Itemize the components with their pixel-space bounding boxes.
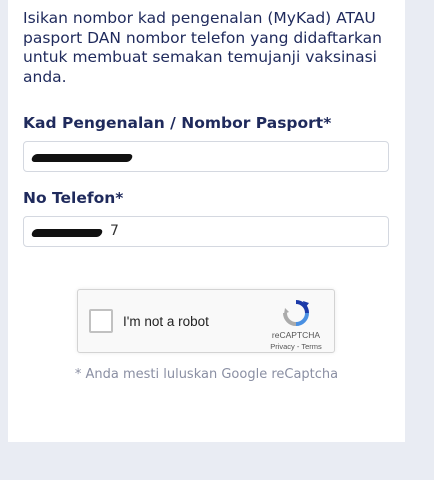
form-card: Isikan nombor kad pengenalan (MyKad) ATA… [8,0,405,442]
recaptcha-links: Privacy - Terms [266,342,326,351]
intro-text: Isikan nombor kad pengenalan (MyKad) ATA… [23,9,382,86]
phone-visible-digit: 7 [110,223,119,239]
redacted-phone-value [30,229,104,237]
ic-input[interactable] [23,141,389,172]
ic-label: Kad Pengenalan / Nombor Pasport* [23,114,332,132]
recaptcha-label: I'm not a robot [123,314,209,329]
side-panel [405,0,434,442]
recaptcha-logo: reCAPTCHA Privacy - Terms [266,298,326,351]
terms-link[interactable]: Terms [301,342,321,351]
phone-input[interactable]: 7 [23,216,389,247]
recaptcha-brand: reCAPTCHA [271,330,321,340]
recaptcha-note: * Anda mesti luluskan Google reCaptcha [74,367,339,382]
recaptcha-checkbox[interactable] [89,309,113,333]
redacted-ic-value [30,154,134,162]
privacy-link[interactable]: Privacy [270,342,295,351]
recaptcha-icon [283,300,309,326]
recaptcha-widget: I'm not a robot reCAPTCHA Privacy - Term… [77,289,335,353]
phone-label: No Telefon* [23,189,124,207]
